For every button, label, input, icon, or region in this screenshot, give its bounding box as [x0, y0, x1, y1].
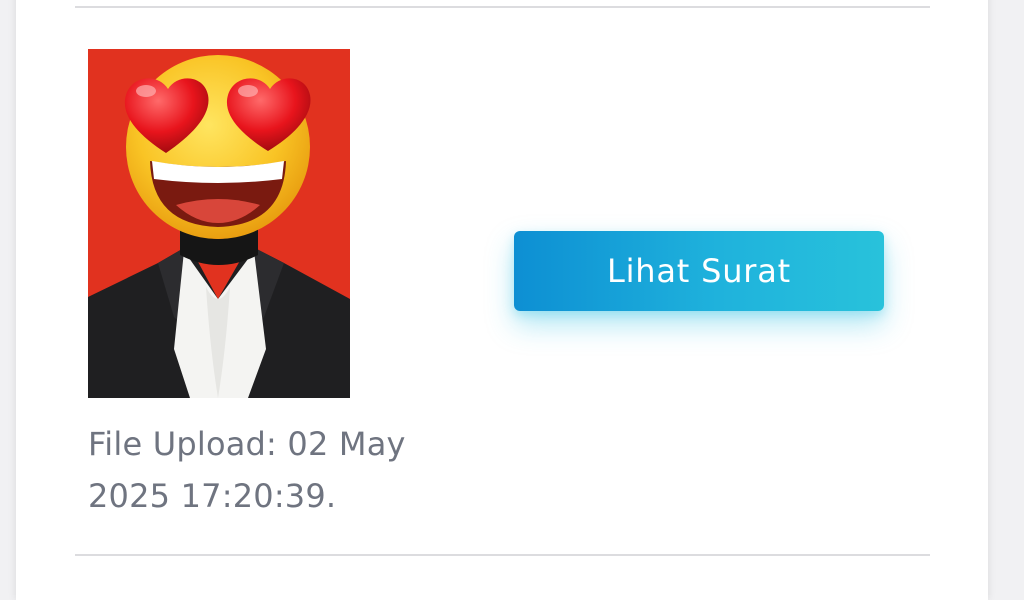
bottom-divider — [75, 554, 930, 556]
photo-image — [88, 49, 350, 398]
view-letter-button[interactable]: Lihat Surat — [514, 231, 884, 311]
uploaded-photo[interactable] — [88, 49, 350, 398]
file-upload-timestamp: File Upload: 02 May 2025 17:20:39. — [88, 425, 406, 515]
top-divider — [75, 6, 930, 8]
